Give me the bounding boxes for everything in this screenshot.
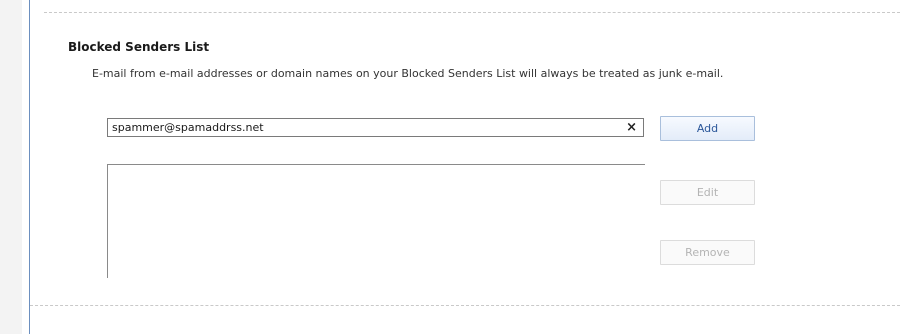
blocked-senders-list[interactable] [107, 164, 645, 278]
section-divider-top [44, 12, 900, 13]
left-gutter [0, 0, 22, 334]
panel-border [29, 0, 30, 334]
section-divider-bottom [30, 305, 900, 306]
sender-input-box: × [107, 118, 644, 137]
close-icon[interactable]: × [626, 119, 637, 136]
blocked-senders-panel: Blocked Senders List E-mail from e-mail … [0, 0, 900, 334]
section-title: Blocked Senders List [68, 40, 210, 54]
sender-address-input[interactable] [108, 119, 618, 136]
section-description: E-mail from e-mail addresses or domain n… [92, 67, 724, 80]
add-button[interactable]: Add [660, 116, 755, 141]
remove-button[interactable]: Remove [660, 240, 755, 265]
edit-button[interactable]: Edit [660, 180, 755, 205]
